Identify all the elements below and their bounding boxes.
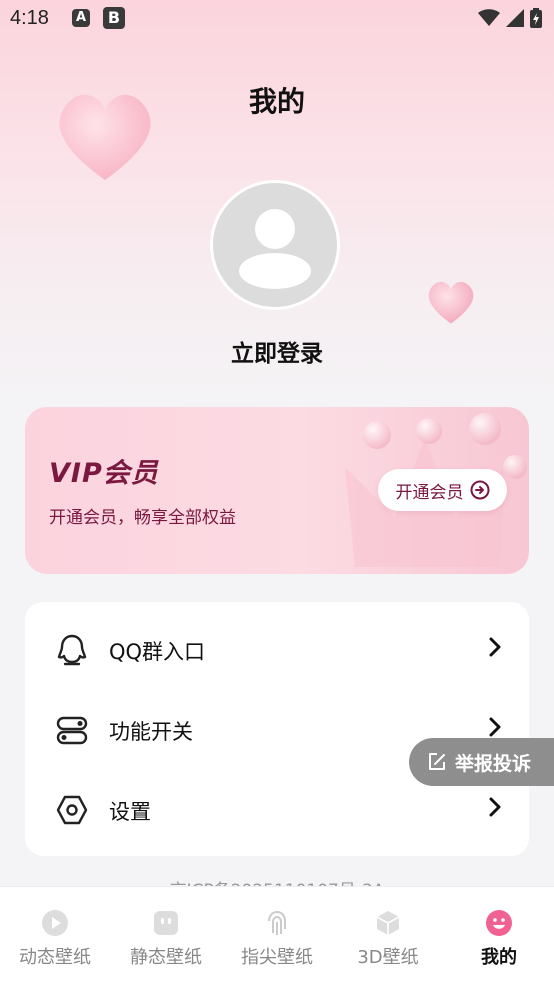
menu-item-qq-group[interactable]: QQ群入口 [25,615,529,685]
edit-icon [429,753,445,770]
report-label: 举报投诉 [455,752,532,775]
vip-card[interactable]: VIP会员 开通会员，畅享全部权益 开通会员 [25,407,529,574]
tab-label: 我的 [481,947,517,968]
settings-icon [56,795,88,825]
open-vip-label: 开通会员 [395,482,464,503]
battery-icon [530,8,542,28]
tab-label: 静态壁纸 [130,947,202,968]
vip-subtitle: 开通会员，畅享全部权益 [49,508,236,528]
status-time: 4:18 [10,7,49,29]
fingerprint-icon [268,910,286,935]
tab-dynamic-wallpaper[interactable]: 动态壁纸 [0,887,110,985]
signal-icon [506,9,524,27]
toggle-icon [56,716,88,745]
chevron-right-icon [489,797,501,817]
menu-card: QQ群入口 功能开关 设置 [25,602,529,856]
bottom-tab-bar: 动态壁纸 静态壁纸 指尖壁纸 3D壁纸 我的 [0,886,554,985]
status-bar: 4:18 A B [0,0,554,38]
tab-mine[interactable]: 我的 [444,887,554,985]
open-vip-button[interactable]: 开通会员 [378,469,507,511]
user-placeholder-icon [239,209,311,289]
qq-icon [57,634,87,666]
heart-decoration-right [428,281,474,324]
tab-3d-wallpaper[interactable]: 3D壁纸 [333,887,443,985]
notification-b-icon: B [103,7,125,29]
report-button[interactable]: 举报投诉 [409,738,554,786]
tab-static-wallpaper[interactable]: 静态壁纸 [111,887,221,985]
page-title: 我的 [248,85,305,118]
play-icon [42,910,68,936]
login-button[interactable]: 立即登录 [0,334,554,368]
cube-icon [376,911,400,935]
wifi-icon [478,9,500,26]
tab-label: 3D壁纸 [357,947,419,968]
smile-icon [486,910,512,936]
notification-a-icon: A [72,9,90,27]
tab-fingertip-wallpaper[interactable]: 指尖壁纸 [222,887,332,985]
arrow-circle-right-icon [470,480,489,500]
chevron-right-icon [489,717,501,737]
tab-label: 动态壁纸 [19,947,91,968]
chevron-right-icon [489,637,501,657]
avatar[interactable] [210,180,340,310]
menu-item-label: 设置 [109,800,151,824]
menu-item-label: QQ群入口 [109,640,206,664]
menu-item-label: 功能开关 [109,720,193,744]
vip-title: VIP会员 [49,458,159,489]
tab-label: 指尖壁纸 [241,947,313,968]
image-icon [154,911,178,935]
